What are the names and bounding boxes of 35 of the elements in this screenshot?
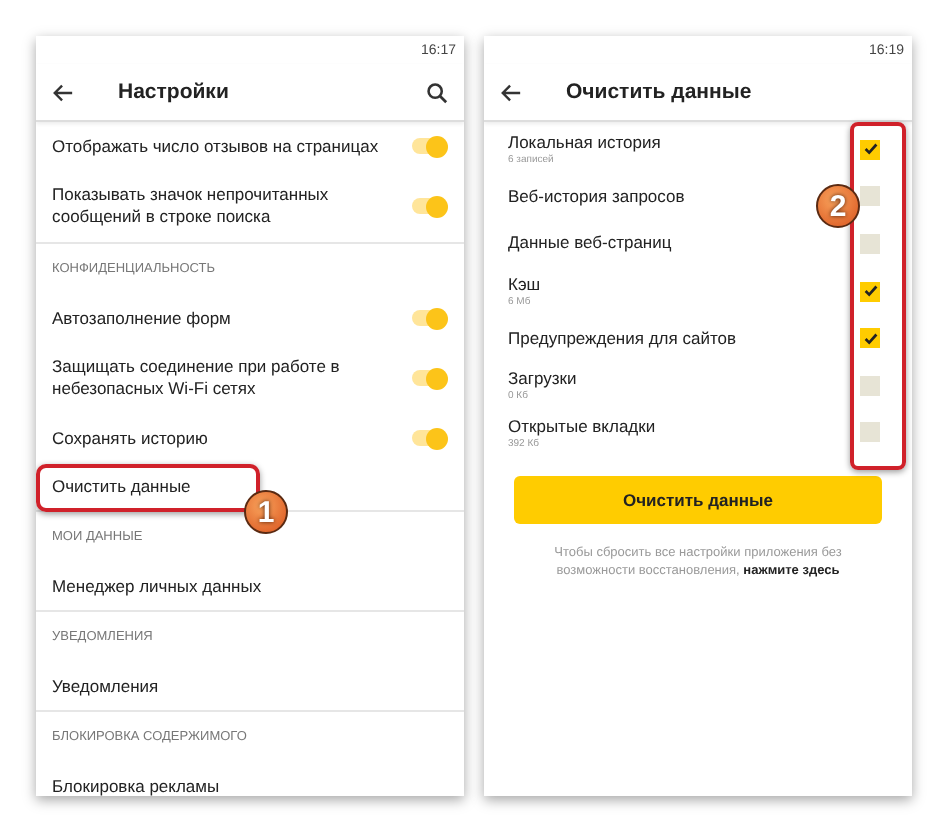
checkbox[interactable] [860,139,880,160]
data-type-label: Предупреждения для сайтов [508,327,736,350]
screen-title: Настройки [118,80,229,104]
step-badge: 1 [244,490,288,534]
toggle-switch[interactable] [412,370,444,386]
screen-title: Очистить данные [566,80,752,104]
data-type-label: Веб-история запросов [508,185,685,208]
data-type-label: Открытые вкладки [508,415,656,438]
clear-data-button[interactable]: Очистить данные [514,476,882,525]
back-arrow-icon[interactable] [500,81,522,103]
checkbox[interactable] [860,186,880,207]
checkbox[interactable] [860,281,880,302]
toggle-switch[interactable] [412,138,444,154]
setting-label: Отображать число отзывов на страницах [52,135,381,157]
setting-label: Защищать соединение при работе в небезопасных Wi-Fi сетях [52,356,342,400]
data-type-label: Загрузки [508,368,577,391]
checkbox[interactable] [860,328,880,349]
data-type-label: Данные веб-страниц [508,232,672,255]
setting-label: Показывать значок непрочитанных сообщений в строке поиска [52,184,331,228]
data-type-label: Кэш [508,274,541,297]
toggle-switch[interactable] [412,430,444,446]
search-icon[interactable] [426,81,448,103]
setting-label: Сохранять историю [52,427,210,449]
back-arrow-icon[interactable] [52,81,74,103]
setting-label: Автозаполнение форм [52,307,233,329]
data-type-label: Локальная история [508,132,661,154]
menu-item[interactable]: Блокировка рекламы [52,775,444,796]
step-badge: 2 [816,184,860,228]
menu-item[interactable]: Уведомления [52,675,444,697]
checkbox[interactable] [860,422,880,443]
checkbox[interactable] [860,233,880,254]
menu-item[interactable]: Менеджер личных данных [52,575,444,597]
toggle-switch[interactable] [412,310,444,326]
toggle-switch[interactable] [412,198,444,214]
checkbox[interactable] [860,375,880,396]
